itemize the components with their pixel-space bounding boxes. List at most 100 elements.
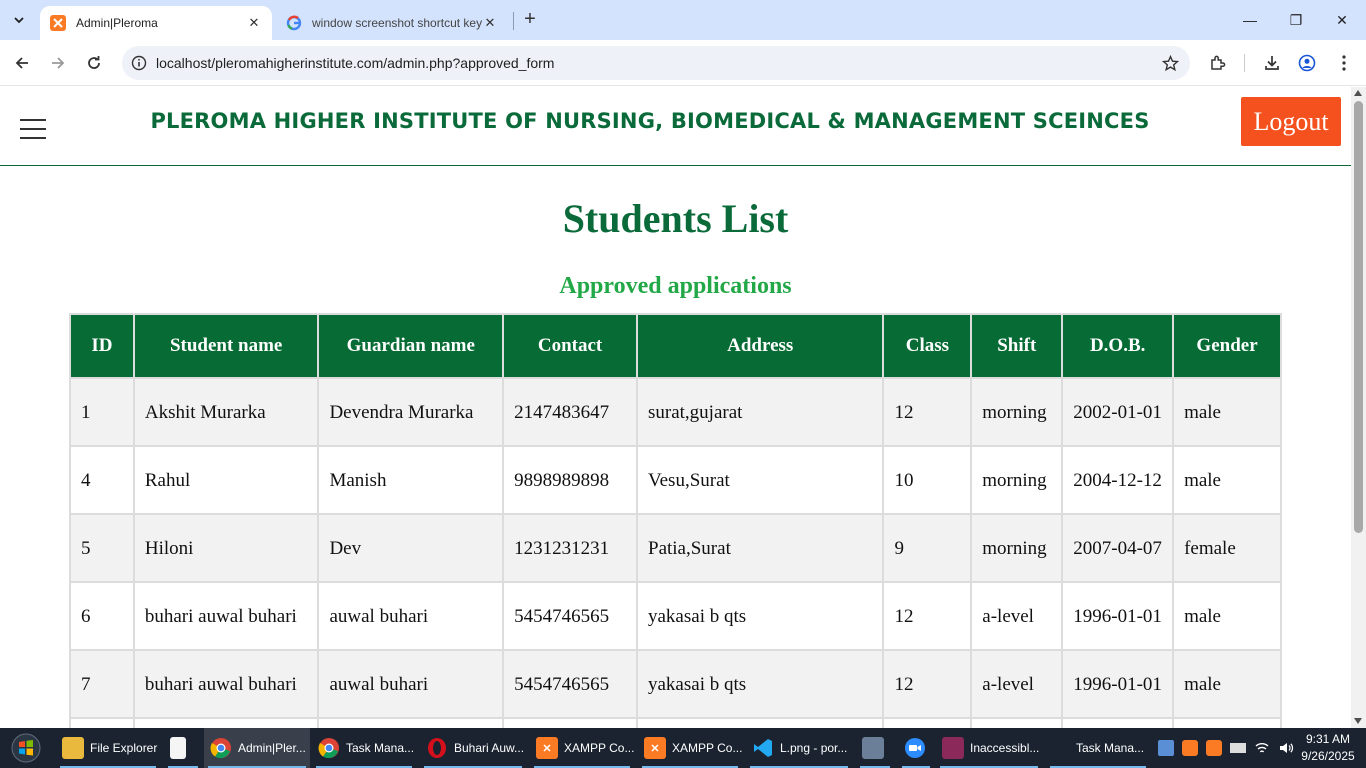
- windows-taskbar: File Explorer Admin|Pler... Task Mana...…: [0, 728, 1366, 768]
- close-window-button[interactable]: ✕: [1319, 8, 1365, 32]
- table-cell: yakasai b qts: [635, 581, 885, 651]
- tab-close-icon[interactable]: ✕: [482, 15, 498, 31]
- start-button[interactable]: [8, 732, 44, 764]
- table-cell: 12: [882, 581, 973, 651]
- chevron-down-icon: [14, 17, 24, 24]
- taskbar-label: Admin|Pler...: [238, 741, 306, 755]
- table-cell: [317, 717, 505, 728]
- table-cell: Patia,Surat: [635, 513, 885, 583]
- scroll-down-arrow-icon[interactable]: [1354, 718, 1362, 724]
- taskbar-zoom[interactable]: [898, 728, 934, 768]
- browser-tab-strip: Admin|Pleroma ✕ window screenshot shortc…: [0, 0, 1366, 40]
- profile-icon[interactable]: [1296, 52, 1318, 74]
- table-cell: 1: [69, 377, 135, 447]
- column-header: Shift: [970, 313, 1064, 379]
- table-cell: 5454746565: [502, 649, 638, 719]
- table-cell: male: [1172, 445, 1282, 515]
- restore-button[interactable]: ❐: [1273, 8, 1319, 32]
- table-cell: surat,gujarat: [635, 377, 885, 447]
- table-cell: buhari auwal buhari: [132, 581, 320, 651]
- table-cell: Rahul: [132, 445, 320, 515]
- scroll-thumb[interactable]: [1354, 101, 1363, 533]
- taskbar-network-tool[interactable]: [856, 728, 894, 768]
- folder-icon: [62, 737, 84, 759]
- wifi-icon[interactable]: [1254, 740, 1270, 756]
- table-cell: 2007-04-07: [1061, 513, 1175, 583]
- bookmark-star-icon[interactable]: [1150, 54, 1190, 72]
- browser-menu-icon[interactable]: [1333, 52, 1355, 74]
- logout-button[interactable]: Logout: [1241, 97, 1341, 146]
- chrome-icon: [210, 738, 231, 759]
- taskbar-winrar[interactable]: Inaccessibl...: [936, 728, 1042, 768]
- table-cell: 7: [69, 649, 135, 719]
- column-header: Address: [635, 313, 885, 379]
- arrow-right-icon: [52, 57, 65, 69]
- xampp-icon: ✕: [644, 737, 666, 759]
- extensions-icon[interactable]: [1207, 52, 1229, 74]
- table-row: 7 buhari auwal buhari auwal buhari 54547…: [69, 649, 1282, 719]
- url-path: /pleromahigherinstitute.com/admin.php?ap…: [211, 55, 555, 71]
- taskbar-task-manager[interactable]: Task Mana...: [1046, 728, 1150, 768]
- tab-google-search[interactable]: window screenshot shortcut key ✕: [276, 6, 508, 40]
- taskbar-label: Task Mana...: [346, 741, 415, 755]
- table-cell: a-level: [970, 649, 1064, 719]
- table-cell: 12: [882, 649, 973, 719]
- tab-title: window screenshot shortcut key: [312, 16, 482, 30]
- tab-admin-pleroma[interactable]: Admin|Pleroma ✕: [40, 6, 272, 40]
- task-manager-icon: [1052, 737, 1070, 759]
- hamburger-menu-icon[interactable]: [20, 119, 46, 139]
- google-favicon-icon: [286, 15, 302, 31]
- minimize-button[interactable]: —: [1227, 8, 1273, 32]
- table-cell: 4: [69, 445, 135, 515]
- site-header: PLEROMA HIGHER INSTITUTE OF NURSING, BIO…: [0, 87, 1351, 166]
- students-table: ID Student name Guardian name Contact Ad…: [69, 313, 1282, 728]
- table-cell: Dev: [317, 513, 505, 583]
- table-cell: male: [1172, 377, 1282, 447]
- table-cell: 9898989898: [502, 445, 638, 515]
- column-header: Class: [882, 313, 973, 379]
- taskbar-notepad[interactable]: [164, 728, 202, 768]
- site-info-icon[interactable]: [122, 55, 156, 71]
- tab-search-button[interactable]: [6, 8, 32, 32]
- xampp-tray-icon[interactable]: [1182, 740, 1198, 756]
- table-header-row: ID Student name Guardian name Contact Ad…: [69, 313, 1282, 379]
- scroll-up-arrow-icon[interactable]: [1354, 90, 1362, 96]
- taskbar-chrome-task-manager[interactable]: Task Mana...: [312, 728, 416, 768]
- table-cell: auwal buhari: [317, 581, 505, 651]
- taskbar-xampp-2[interactable]: ✕ XAMPP Co...: [638, 728, 742, 768]
- new-tab-button[interactable]: +: [519, 9, 541, 31]
- table-cell: Hiloni: [132, 513, 320, 583]
- page-scrollbar[interactable]: [1351, 87, 1366, 728]
- table-cell: yakasai b qts: [635, 649, 885, 719]
- monitor-icon[interactable]: [1158, 740, 1174, 756]
- column-header: ID: [69, 313, 135, 379]
- taskbar-xampp-1[interactable]: ✕ XAMPP Co...: [530, 728, 634, 768]
- table-cell: buhari auwal buhari: [132, 649, 320, 719]
- table-cell: morning: [970, 445, 1064, 515]
- back-button[interactable]: [9, 50, 35, 76]
- taskbar-clock[interactable]: 9:31 AM 9/26/2025: [1296, 731, 1360, 765]
- table-cell: Vesu,Surat: [635, 445, 885, 515]
- xampp-tray-icon[interactable]: [1206, 740, 1222, 756]
- url-text[interactable]: localhost/pleromahigherinstitute.com/adm…: [156, 55, 1150, 71]
- table-cell: 5454746565: [502, 581, 638, 651]
- table-cell: [635, 717, 885, 728]
- address-bar[interactable]: localhost/pleromahigherinstitute.com/adm…: [122, 46, 1190, 80]
- battery-icon[interactable]: [1230, 743, 1246, 753]
- tab-close-icon[interactable]: ✕: [246, 15, 262, 31]
- taskbar-file-explorer[interactable]: File Explorer: [56, 728, 160, 768]
- table-row: 4 Rahul Manish 9898989898 Vesu,Surat 10 …: [69, 445, 1282, 515]
- table-cell: [882, 717, 973, 728]
- clock-date: 9/26/2025: [1301, 749, 1355, 763]
- taskbar-chrome-admin[interactable]: Admin|Pler...: [204, 728, 310, 768]
- table-cell: [970, 717, 1064, 728]
- forward-button[interactable]: [45, 50, 71, 76]
- table-cell: 1996-01-01: [1061, 581, 1175, 651]
- taskbar-vscode[interactable]: L.png - por...: [746, 728, 852, 768]
- reload-button[interactable]: [81, 50, 107, 76]
- table-cell: 9: [882, 513, 973, 583]
- taskbar-opera[interactable]: Buhari Auw...: [420, 728, 526, 768]
- download-icon[interactable]: [1261, 52, 1283, 74]
- page-title: Students List: [562, 196, 789, 241]
- volume-icon[interactable]: [1278, 740, 1294, 756]
